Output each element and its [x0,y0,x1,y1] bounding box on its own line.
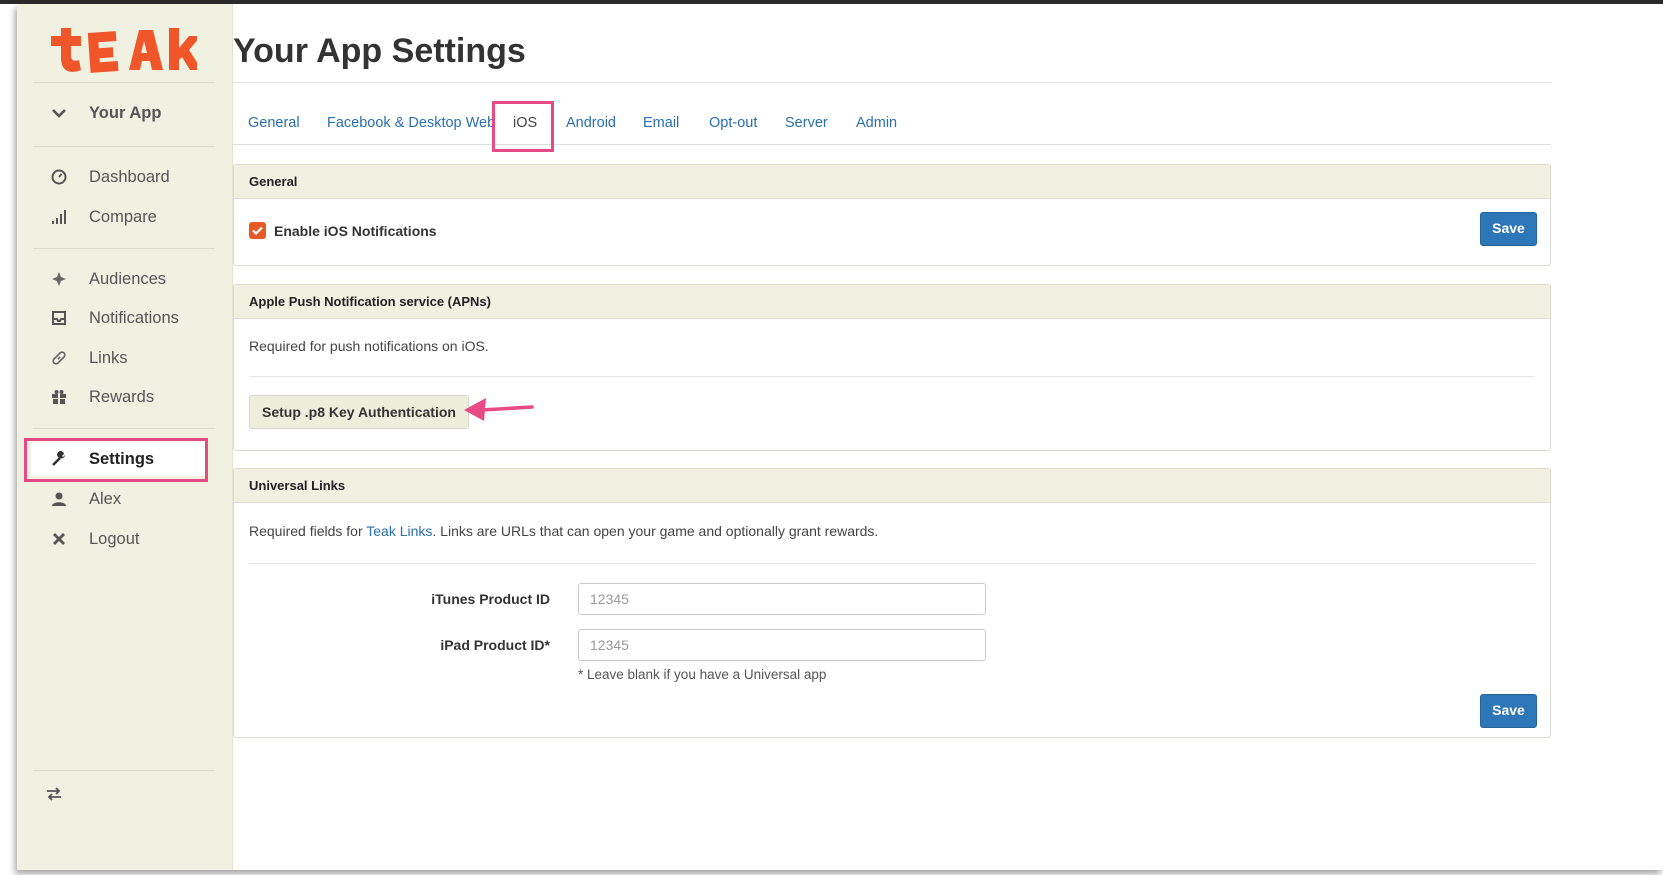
ipad-product-id-label: iPad Product ID* [440,637,550,653]
enable-ios-notifications-label: Enable iOS Notifications [274,223,437,239]
universal-links-description: Required fields for Teak Links. Links ar… [249,523,878,539]
settings-tabs: General Facebook & Desktop Web iOS Andro… [233,102,1551,145]
setup-p8-key-button[interactable]: Setup .p8 Key Authentication [249,395,469,429]
sidebar-item-dashboard[interactable]: Dashboard [29,160,219,194]
swap-icon[interactable] [45,786,63,807]
ipad-product-id-help: * Leave blank if you have a Universal ap… [578,667,827,682]
sidebar-item-label: Dashboard [89,167,170,186]
wrench-icon [47,451,71,467]
panel-header: Universal Links [234,469,1550,503]
page-title: Your App Settings [233,32,526,70]
teak-logo [51,28,197,73]
description-prefix: Required fields for [249,523,367,539]
sidebar-divider [33,770,215,771]
teak-links-link[interactable]: Teak Links [366,523,432,539]
tab-server[interactable]: Server [785,102,828,144]
panel-divider [249,376,1535,377]
sidebar-item-label: Audiences [89,269,167,288]
close-icon [47,532,71,546]
tab-email[interactable]: Email [643,102,679,144]
gift-icon [47,389,71,405]
inbox-icon [47,310,71,326]
sidebar: Your App Dashboard Compare Audiences Not… [17,4,233,870]
panel-header: Apple Push Notification service (APNs) [234,285,1550,319]
sidebar-item-label: Settings [89,449,155,468]
tab-opt-out[interactable]: Opt-out [709,102,757,144]
tab-facebook-desktop-web[interactable]: Facebook & Desktop Web [327,102,495,144]
sidebar-divider [33,428,215,429]
pointer-arrow-icon [464,398,534,421]
sidebar-item-rewards[interactable]: Rewards [29,380,219,414]
sidebar-item-links[interactable]: Links [29,341,219,375]
sidebar-item-label: Notifications [89,308,179,327]
main-content: Your App Settings General Facebook & Des… [233,4,1663,870]
chevron-down-icon [47,108,71,118]
sidebar-item-compare[interactable]: Compare [29,200,219,234]
itunes-product-id-input[interactable]: 12345 [578,583,986,615]
sidebar-divider [33,82,215,83]
user-icon [47,491,71,507]
sidebar-item-label: Compare [89,207,157,226]
apns-panel: Apple Push Notification service (APNs) R… [233,284,1551,451]
app-window: Your App Dashboard Compare Audiences Not… [17,4,1663,870]
sidebar-item-audiences[interactable]: Audiences [29,262,219,296]
app-selector-label: Your App [89,103,162,122]
link-icon [47,350,71,366]
sidebar-item-label: Rewards [89,387,155,406]
panel-divider [249,563,1535,564]
sidebar-item-label: Links [89,348,128,367]
app-selector[interactable]: Your App [29,96,219,130]
tab-admin[interactable]: Admin [856,102,897,144]
panel-header: General [234,165,1550,199]
sidebar-item-alex[interactable]: Alex [29,482,219,516]
dashboard-icon [47,169,71,185]
sidebar-item-settings[interactable]: Settings [31,442,207,476]
bar-chart-icon [47,209,71,225]
sidebar-item-logout[interactable]: Logout [29,522,219,556]
tab-android[interactable]: Android [566,102,616,144]
sidebar-divider [33,248,215,249]
tab-general[interactable]: General [248,102,300,144]
sidebar-item-notifications[interactable]: Notifications [29,301,219,335]
audiences-icon [47,271,71,287]
checkmark-icon [252,226,263,235]
general-panel: General Enable iOS Notifications Save [233,164,1551,266]
apns-description: Required for push notifications on iOS. [249,338,489,354]
universal-links-panel: Universal Links Required fields for Teak… [233,468,1551,738]
itunes-product-id-label: iTunes Product ID [431,591,550,607]
enable-ios-notifications-checkbox[interactable] [249,222,266,239]
description-suffix: . Links are URLs that can open your game… [432,523,879,539]
ipad-product-id-input[interactable]: 12345 [578,629,986,661]
title-divider [233,82,1551,83]
sidebar-item-label: Alex [89,489,122,508]
sidebar-item-label: Logout [89,529,140,548]
universal-links-save-button[interactable]: Save [1480,694,1537,728]
sidebar-divider [33,146,215,147]
tab-ios[interactable]: iOS [513,102,537,144]
general-save-button[interactable]: Save [1480,212,1537,246]
